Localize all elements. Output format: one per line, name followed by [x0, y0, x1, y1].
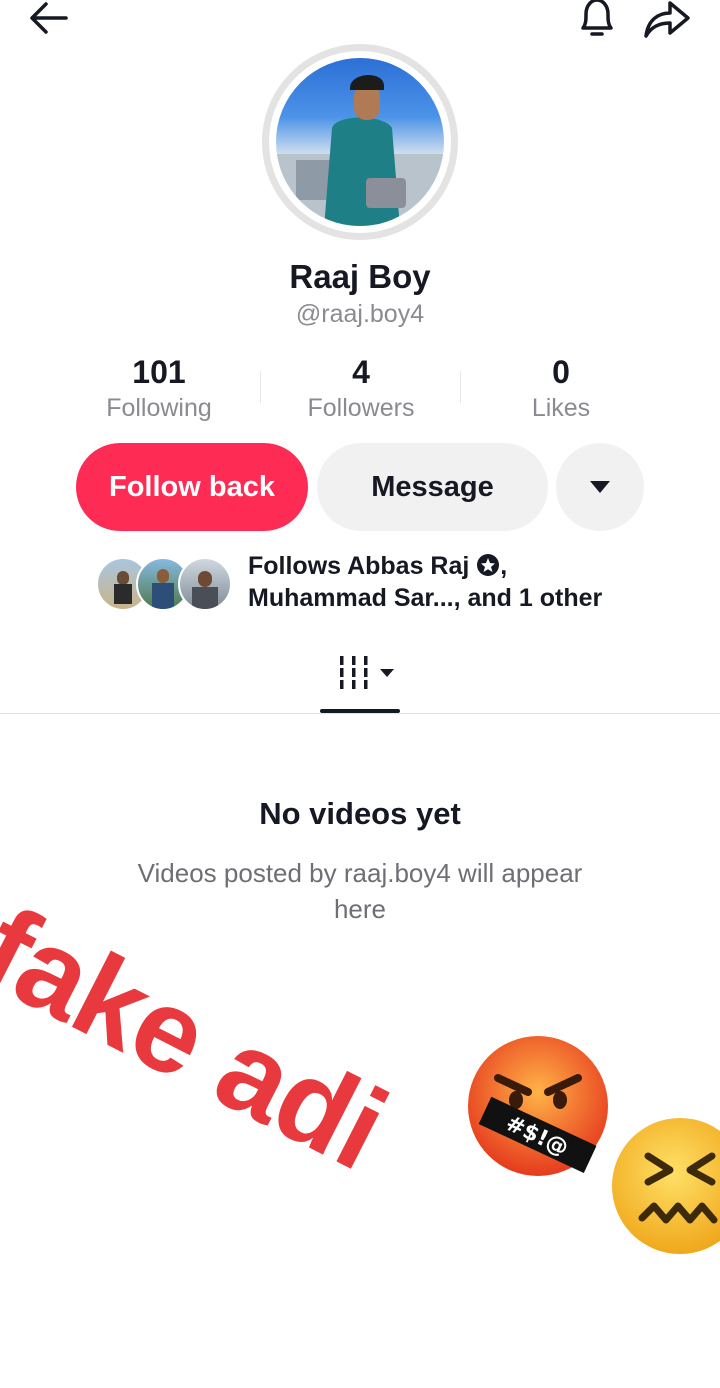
bell-icon[interactable] [572, 0, 622, 42]
tab-videos[interactable] [336, 654, 400, 694]
profile-handle: @raaj.boy4 [295, 300, 425, 328]
share-arrow-icon[interactable] [640, 0, 694, 40]
message-button[interactable]: Message [317, 443, 548, 531]
cursing-face-emoji-icon: #$!@ [466, 1034, 610, 1178]
follow-back-button[interactable]: Follow back [76, 443, 308, 531]
following-count: 101 [132, 354, 186, 390]
mutual-line1: Follows Abbas Raj [248, 552, 470, 580]
caret-down-icon [590, 481, 610, 493]
profile-name: Raaj Boy [289, 258, 431, 295]
following-label: Following [106, 394, 212, 422]
profile-avatar[interactable] [262, 44, 458, 240]
mutual-followers-text[interactable]: Follows Abbas Raj , Muhammad Sar..., and… [248, 550, 708, 614]
mutual-avatar [178, 557, 232, 611]
video-grid-icon [340, 656, 394, 689]
mutual-line1-end: , [500, 552, 508, 580]
followers-count: 4 [352, 354, 370, 390]
followers-label: Followers [307, 394, 415, 422]
verified-badge-icon [477, 554, 500, 576]
stat-followers[interactable]: 4 Followers [261, 352, 461, 424]
likes-label: Likes [531, 394, 591, 422]
back-arrow-icon[interactable] [20, 0, 76, 36]
tab-divider [0, 713, 720, 714]
likes-count: 0 [552, 354, 570, 390]
avatar-photo [276, 58, 444, 226]
confounded-face-emoji-icon [608, 1116, 720, 1256]
mutual-line2: Muhammad Sar..., and 1 other [248, 584, 603, 612]
empty-state-description: Videos posted by raaj.boy4 will appear h… [137, 858, 583, 924]
empty-state-title: No videos yet [259, 796, 461, 831]
stat-following[interactable]: 101 Following [59, 352, 259, 424]
stat-likes[interactable]: 0 Likes [461, 352, 661, 424]
more-options-button[interactable] [556, 443, 644, 531]
overlay-annotation-text: fake adi [0, 881, 406, 1196]
